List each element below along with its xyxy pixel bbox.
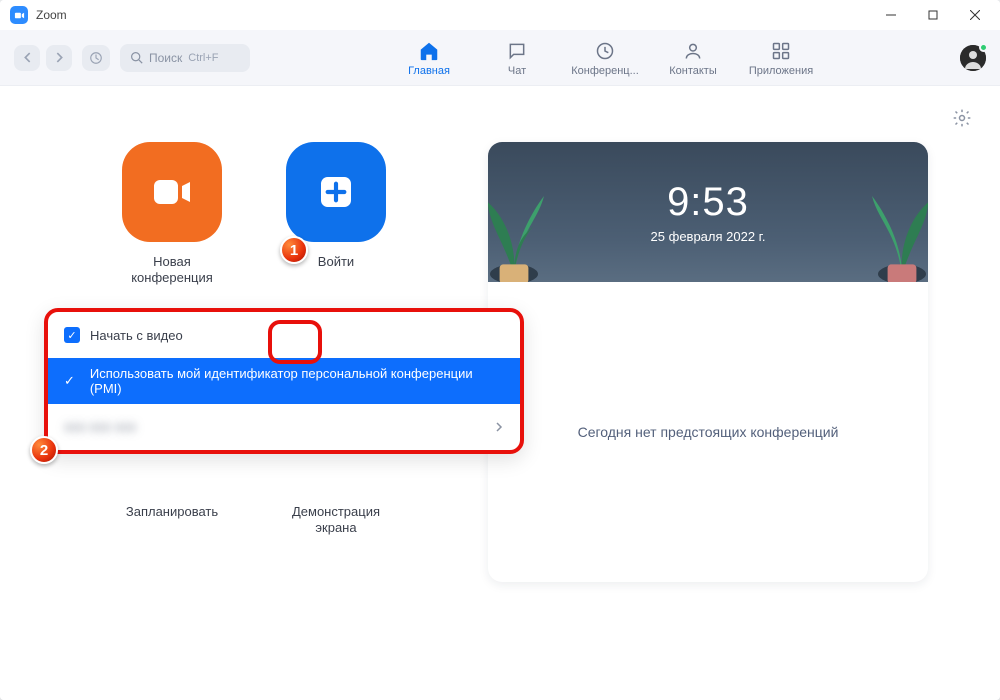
app-window: Zoom Поиск Ctrl+F Главная Чат [0, 0, 1000, 700]
chat-icon [507, 39, 527, 63]
plant-decoration-icon [488, 166, 598, 282]
share-screen-label: Демонстрация экрана [282, 504, 390, 537]
tab-home[interactable]: Главная [394, 39, 464, 77]
plus-icon [286, 142, 386, 242]
annotation-marker-1: 1 [280, 236, 308, 264]
calendar-header: 9:53 25 февраля 2022 г. [488, 142, 928, 282]
tab-contacts[interactable]: Контакты [658, 39, 728, 77]
option-start-with-video-label: Начать с видео [90, 328, 183, 343]
schedule-label: Запланировать [118, 504, 226, 537]
search-shortcut: Ctrl+F [188, 52, 218, 64]
nav-forward-button[interactable] [46, 45, 72, 71]
toolbar: Поиск Ctrl+F Главная Чат Конференц... Ко… [0, 30, 1000, 86]
second-tile-row-labels: Запланировать Демонстрация экрана [34, 504, 474, 537]
tab-meetings[interactable]: Конференц... [570, 39, 640, 77]
user-avatar[interactable] [960, 45, 986, 71]
apps-icon [771, 39, 791, 63]
minimize-button[interactable] [870, 0, 912, 30]
pmi-value: 000 000 000 [64, 420, 136, 435]
clock-time: 9:53 [667, 180, 749, 225]
new-meeting-label: Новая конференция [131, 254, 213, 287]
new-meeting-tile[interactable]: Новая конференция [118, 142, 226, 287]
calendar-card: 9:53 25 февраля 2022 г. Сегодня нет пред… [488, 142, 928, 582]
join-tile[interactable]: Войти [282, 142, 390, 287]
plant-decoration-icon [818, 166, 928, 282]
check-icon: ✓ [64, 373, 80, 389]
search-input[interactable]: Поиск Ctrl+F [120, 44, 250, 72]
clock-icon [595, 39, 615, 63]
settings-button[interactable] [952, 108, 972, 133]
titlebar: Zoom [0, 0, 1000, 30]
clock-date: 25 февраля 2022 г. [651, 229, 766, 244]
presence-online-icon [979, 43, 988, 52]
annotation-marker-2: 2 [30, 436, 58, 464]
no-meetings-text: Сегодня нет предстоящих конференций [488, 282, 928, 582]
content-area: Новая конференция Войти Запланировать [0, 86, 1000, 700]
option-pmi-value[interactable]: 000 000 000 [48, 404, 520, 450]
video-icon [122, 142, 222, 242]
option-start-with-video[interactable]: ✓ Начать с видео [48, 312, 520, 358]
maximize-button[interactable] [912, 0, 954, 30]
home-icon [418, 39, 440, 63]
tab-chat[interactable]: Чат [482, 39, 552, 77]
option-use-pmi-label: Использовать мой идентификатор персональ… [90, 366, 504, 396]
nav-back-button[interactable] [14, 45, 40, 71]
search-label: Поиск [149, 51, 182, 65]
window-title: Zoom [36, 8, 870, 22]
zoom-app-icon [10, 6, 28, 24]
checkbox-checked-icon: ✓ [64, 327, 80, 343]
window-controls [870, 0, 996, 30]
nav-tabs: Главная Чат Конференц... Контакты Прилож… [250, 39, 960, 77]
history-button[interactable] [82, 45, 110, 71]
contacts-icon [683, 39, 703, 63]
chevron-right-icon [494, 420, 504, 435]
join-label: Войти [318, 254, 354, 270]
close-button[interactable] [954, 0, 996, 30]
new-meeting-options-dropdown: ✓ Начать с видео ✓ Использовать мой иден… [44, 308, 524, 454]
tab-apps[interactable]: Приложения [746, 39, 816, 77]
option-use-pmi[interactable]: ✓ Использовать мой идентификатор персона… [48, 358, 520, 404]
